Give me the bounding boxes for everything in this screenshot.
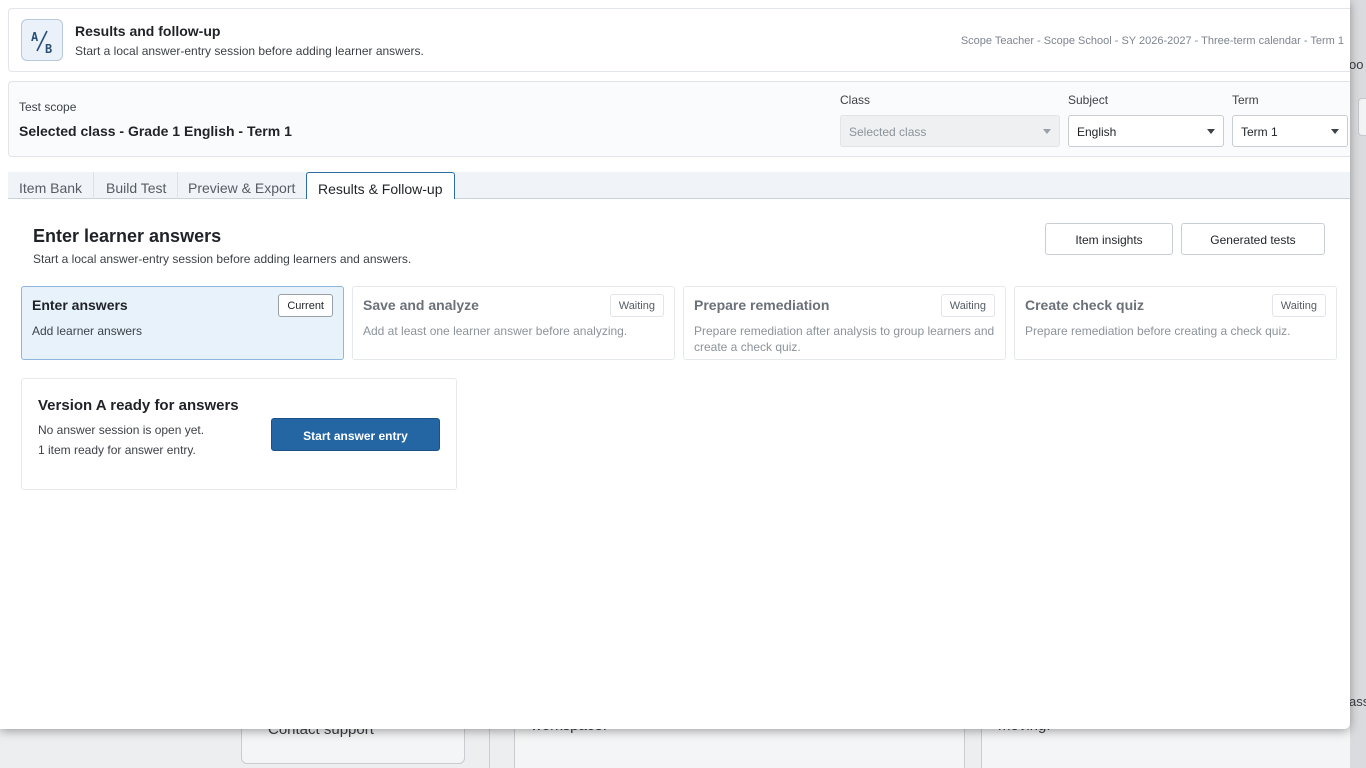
step-description: Prepare remediation before creating a ch… [1025, 324, 1291, 338]
test-scope-bar: Test scope Selected class - Grade 1 Engl… [8, 81, 1350, 157]
generated-tests-button[interactable]: Generated tests [1181, 223, 1325, 255]
test-scope-label: Test scope [19, 100, 77, 114]
class-select: Selected class [840, 115, 1060, 147]
step-enter-answers[interactable]: Enter answers Current Add learner answer… [21, 286, 344, 360]
chevron-down-icon [1043, 129, 1051, 134]
step-title: Prepare remediation [694, 297, 830, 313]
class-select-value: Selected class [849, 125, 927, 139]
version-ready-card: Version A ready for answers No answer se… [21, 378, 457, 490]
step-prepare-remediation: Prepare remediation Waiting Prepare reme… [683, 286, 1006, 360]
step-description: Add at least one learner answer before a… [363, 324, 628, 338]
items-ready-text: 1 item ready for answer entry. [38, 443, 196, 457]
page-title: Results and follow-up [75, 23, 221, 39]
svg-text:B: B [45, 42, 52, 56]
status-badge: Waiting [609, 294, 664, 317]
background-divider [489, 729, 490, 768]
tab-build-test[interactable]: Build Test [95, 172, 179, 199]
chevron-down-icon [1331, 129, 1339, 134]
term-select-value: Term 1 [1241, 125, 1278, 139]
results-modal: A B Results and follow-up Start a local … [0, 0, 1350, 729]
chevron-down-icon [1207, 129, 1215, 134]
step-title: Create check quiz [1025, 297, 1145, 313]
tab-results-follow-up[interactable]: Results & Follow-up [306, 172, 455, 200]
subject-select[interactable]: English [1068, 115, 1224, 147]
item-insights-button[interactable]: Item insights [1045, 223, 1173, 255]
term-select[interactable]: Term 1 [1232, 115, 1348, 147]
subject-field-label: Subject [1068, 93, 1109, 107]
status-badge: Waiting [1271, 294, 1326, 317]
step-title: Enter answers [32, 297, 128, 313]
version-ready-title: Version A ready for answers [38, 397, 239, 414]
results-panel: Enter learner answers Start a local answ… [8, 199, 1350, 729]
tab-bar: Item Bank Build Test Preview & Export Re… [8, 172, 1350, 200]
svg-text:A: A [31, 30, 39, 44]
section-title: Enter learner answers [33, 226, 222, 246]
step-title: Save and analyze [363, 297, 479, 313]
term-field-label: Term [1232, 93, 1259, 107]
status-badge: Waiting [940, 294, 995, 317]
page-subtitle: Start a local answer-entry session befor… [75, 44, 424, 58]
modal-header: A B Results and follow-up Start a local … [8, 8, 1350, 72]
tab-item-bank[interactable]: Item Bank [8, 172, 95, 199]
test-scope-value: Selected class - Grade 1 English - Term … [19, 123, 292, 139]
ab-test-logo-icon: A B [21, 19, 63, 61]
context-breadcrumb: Scope Teacher - Scope School - SY 2026-2… [960, 35, 1344, 47]
background-edge-text-top: oo [1349, 57, 1364, 72]
status-badge: Current [278, 294, 333, 317]
step-create-check-quiz: Create check quiz Waiting Prepare remedi… [1014, 286, 1337, 360]
step-description: Add learner answers [32, 324, 143, 338]
subject-select-value: English [1077, 125, 1117, 139]
step-description: Prepare remediation after analysis to gr… [694, 324, 995, 354]
tab-preview-export[interactable]: Preview & Export [177, 172, 308, 199]
background-edge-text-bottom: ass [1349, 694, 1366, 709]
section-subtitle: Start a local answer-entry session befor… [33, 252, 412, 266]
step-save-and-analyze: Save and analyze Waiting Add at least on… [352, 286, 675, 360]
background-edge-control [1358, 98, 1366, 136]
session-status-text: No answer session is open yet. [38, 423, 205, 437]
start-answer-entry-button[interactable]: Start answer entry [271, 418, 440, 451]
class-field-label: Class [840, 93, 871, 107]
